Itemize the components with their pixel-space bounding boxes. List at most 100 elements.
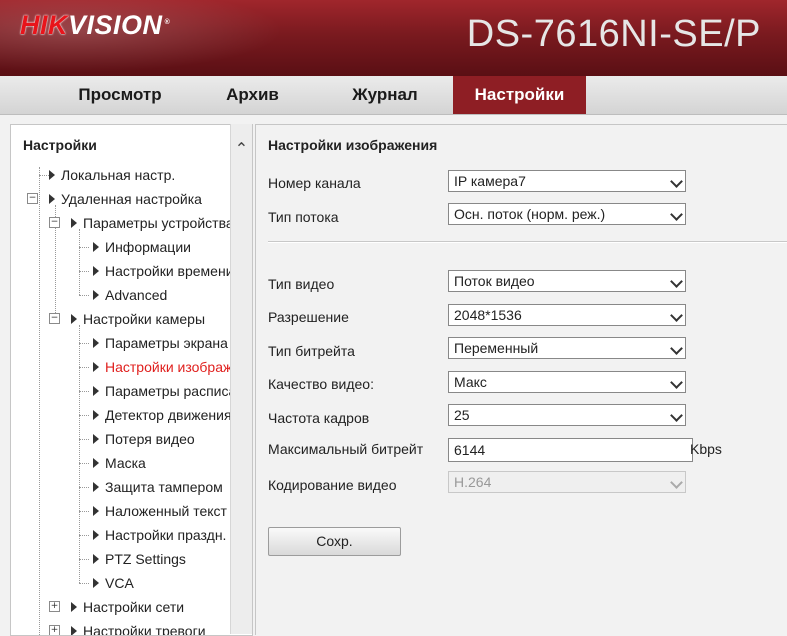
arrow-right-icon <box>93 530 99 540</box>
tree-item-label: Параметры устройства <box>83 215 234 231</box>
chevron-down-icon <box>670 342 683 355</box>
video-quality-select[interactable]: Макс <box>448 371 686 393</box>
video-type-value: Поток видео <box>454 273 535 289</box>
tree-item-holiday-settings[interactable]: Настройки праздн. <box>93 523 226 547</box>
arrow-right-icon <box>93 290 99 300</box>
arrow-right-icon <box>71 602 77 612</box>
tree-item-text-overlay[interactable]: Наложенный текст <box>93 499 227 523</box>
resolution-select[interactable]: 2048*1536 <box>448 304 686 326</box>
collapse-toggle-icon[interactable]: − <box>49 217 60 228</box>
device-model: DS-7616NI-SE/P <box>466 13 761 55</box>
frame-rate-label: Частота кадров <box>268 410 370 426</box>
tree-item-device-params[interactable]: Параметры устройства <box>71 211 234 235</box>
video-encoding-value: H.264 <box>454 474 492 490</box>
channel-label: Номер канала <box>268 175 361 191</box>
tree-item-local-settings[interactable]: Локальная настр. <box>49 163 175 187</box>
save-button[interactable]: Сохр. <box>268 527 401 556</box>
tree-item-label: Параметры экрана <box>105 335 228 351</box>
tab-configuration[interactable]: Настройки <box>453 76 586 114</box>
tree-item-label: Локальная настр. <box>61 167 176 183</box>
tree-item-label: Настройки праздн. <box>105 527 227 543</box>
tree-item-remote-config[interactable]: Удаленная настройка <box>49 187 202 211</box>
tree-item-time-settings[interactable]: Настройки времени <box>93 259 234 283</box>
tree-guide-line <box>79 295 89 296</box>
tree-item-tamper-protection[interactable]: Защита тампером <box>93 475 223 499</box>
arrow-right-icon <box>93 506 99 516</box>
arrow-right-icon <box>93 434 99 444</box>
resolution-value: 2048*1536 <box>454 307 522 323</box>
scroll-up-icon[interactable]: ⌃ <box>231 138 252 160</box>
tree-guide-line <box>79 271 89 272</box>
arrow-right-icon <box>71 626 77 635</box>
tree-item-label: Информации <box>105 239 191 255</box>
tree-guide-line <box>79 463 89 464</box>
tree-item-video-loss[interactable]: Потеря видео <box>93 427 195 451</box>
tree-item-image-settings[interactable]: Настройки изображения <box>93 355 252 379</box>
resolution-label: Разрешение <box>268 309 349 325</box>
tree-item-label: Advanced <box>105 287 168 303</box>
stream-type-label: Тип потока <box>268 209 339 225</box>
tree-guide-line <box>79 487 89 488</box>
tree-item-ptz-settings[interactable]: PTZ Settings <box>93 547 186 571</box>
tab-live-view[interactable]: Просмотр <box>60 76 180 114</box>
tab-log[interactable]: Журнал <box>325 76 445 114</box>
frame-rate-value: 25 <box>454 407 470 423</box>
max-bitrate-label: Максимальный битрейт <box>268 441 424 457</box>
main-navbar: Просмотр Архив Журнал Настройки <box>0 76 787 115</box>
chevron-down-icon <box>670 409 683 422</box>
tree-item-schedule-params[interactable]: Параметры расписания <box>93 379 252 403</box>
arrow-right-icon <box>93 266 99 276</box>
expand-toggle-icon[interactable]: + <box>49 601 60 612</box>
tree-item-privacy-mask[interactable]: Маска <box>93 451 146 475</box>
video-encoding-select: H.264 <box>448 471 686 493</box>
video-type-label: Тип видео <box>268 276 335 292</box>
tree-item-information[interactable]: Информации <box>93 235 191 259</box>
tree-guide-line <box>79 247 89 248</box>
tree-item-advanced[interactable]: Advanced <box>93 283 167 307</box>
chevron-down-icon <box>670 376 683 389</box>
tree-item-display-params[interactable]: Параметры экрана <box>93 331 228 355</box>
max-bitrate-input[interactable] <box>448 438 693 462</box>
bitrate-type-label: Тип битрейта <box>268 343 355 359</box>
arrow-right-icon <box>71 314 77 324</box>
channel-select[interactable]: IP камера7 <box>448 170 686 192</box>
arrow-right-icon <box>93 482 99 492</box>
video-encoding-label: Кодирование видео <box>268 477 397 493</box>
logo-prefix: HIK <box>20 10 68 40</box>
logo-suffix: VISION <box>68 10 163 40</box>
stream-type-select[interactable]: Осн. поток (норм. реж.) <box>448 203 686 225</box>
tree-item-vca[interactable]: VCA <box>93 571 134 595</box>
tree-item-label: Настройки тревоги <box>83 623 206 636</box>
tree-item-network-settings[interactable]: Настройки сети <box>71 595 184 619</box>
tree-guide-line <box>79 325 80 583</box>
sidebar-scrollbar[interactable]: ⌃ <box>230 124 252 634</box>
collapse-toggle-icon[interactable]: − <box>27 193 38 204</box>
settings-sidebar: Настройки Локальная настр. − Удаленная н… <box>10 124 253 636</box>
stream-type-value: Осн. поток (норм. реж.) <box>454 206 606 222</box>
chevron-down-icon <box>670 275 683 288</box>
arrow-right-icon <box>93 554 99 564</box>
tab-playback[interactable]: Архив <box>195 76 310 114</box>
tree-guide-line <box>79 367 89 368</box>
frame-rate-select[interactable]: 25 <box>448 404 686 426</box>
tree-guide-line <box>79 415 89 416</box>
max-bitrate-unit: Kbps <box>690 441 722 457</box>
arrow-right-icon <box>93 338 99 348</box>
tree-guide-line <box>39 167 40 635</box>
tree-guide-line <box>79 559 89 560</box>
arrow-right-icon <box>93 410 99 420</box>
tree-item-label: Защита тампером <box>105 479 223 495</box>
video-type-select[interactable]: Поток видео <box>448 270 686 292</box>
tree-item-label: PTZ Settings <box>105 551 186 567</box>
tree-guide-line <box>79 343 89 344</box>
tree-item-camera-settings[interactable]: Настройки камеры <box>71 307 205 331</box>
chevron-down-icon <box>670 208 683 221</box>
bitrate-type-select[interactable]: Переменный <box>448 337 686 359</box>
tree-item-alarm-settings[interactable]: Настройки тревоги <box>71 619 206 636</box>
tree-item-label: VCA <box>105 575 134 591</box>
app-header: HIKVISION ® DS-7616NI-SE/P <box>0 0 787 76</box>
tree-item-motion-detection[interactable]: Детектор движения <box>93 403 232 427</box>
collapse-toggle-icon[interactable]: − <box>49 313 60 324</box>
tree-guide-line <box>79 535 89 536</box>
tree-item-label: Настройки камеры <box>83 311 206 327</box>
